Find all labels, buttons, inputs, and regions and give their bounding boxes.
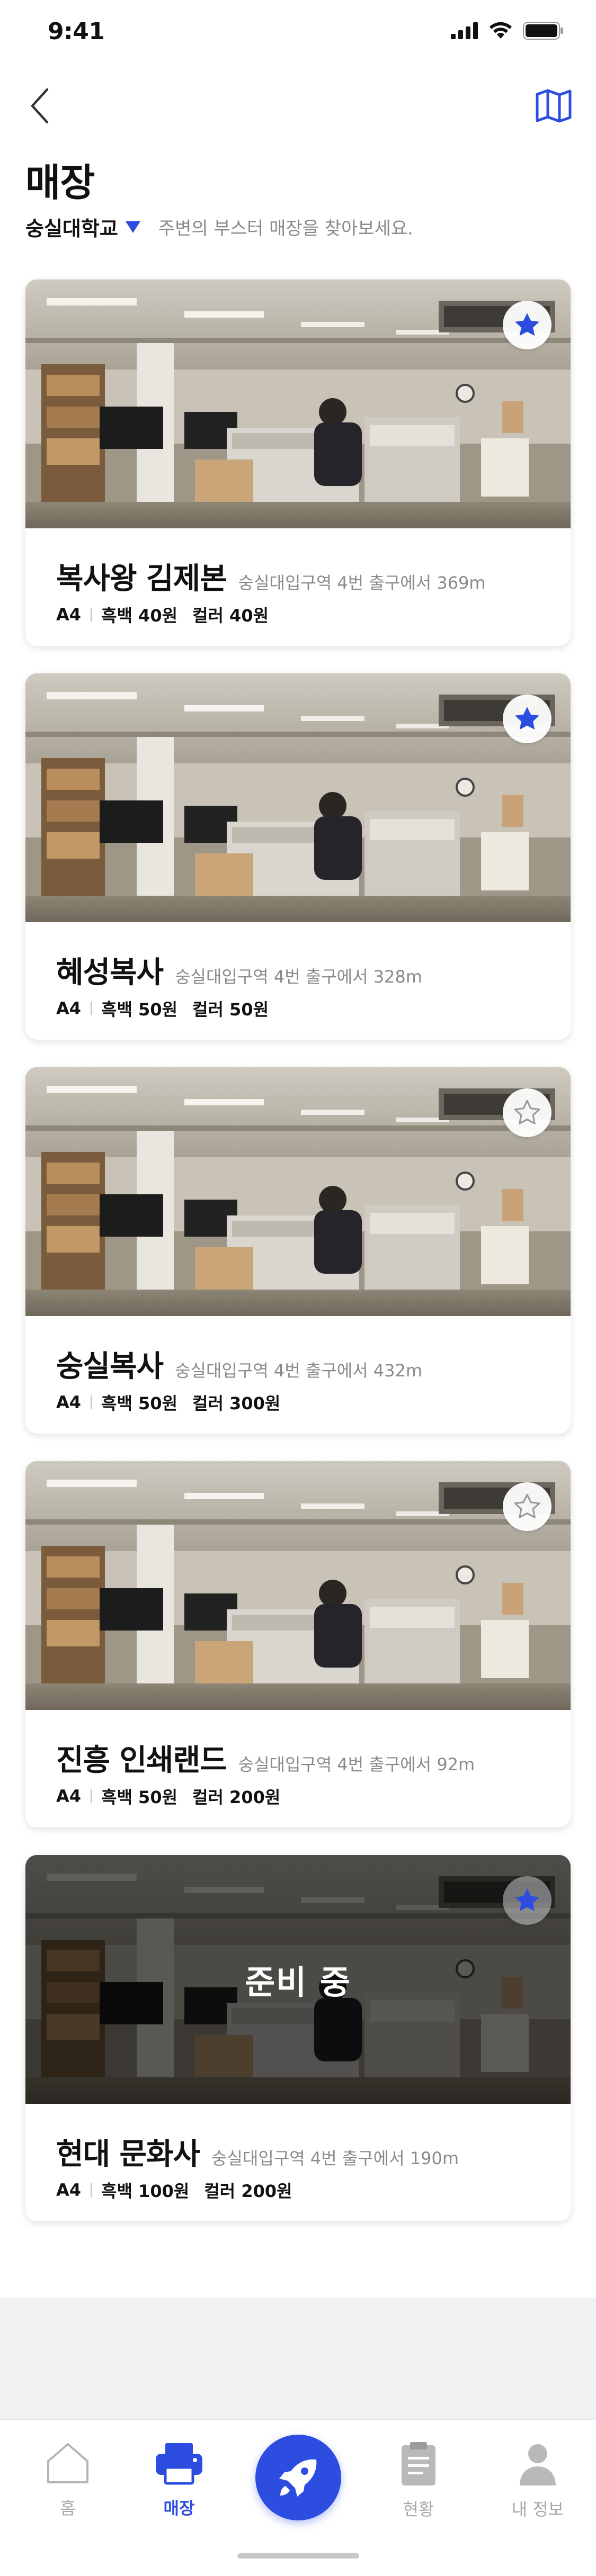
preparing-label: 준비 중 xyxy=(245,1963,351,2002)
store-photo: 준비 중 xyxy=(25,1855,571,2104)
store-info: 복사왕 김제본 숭실대입구역 4번 출구에서 369m A4 흑백 40원 컬러… xyxy=(25,528,571,646)
tab-status-label: 현황 xyxy=(403,2499,434,2519)
favorite-button[interactable] xyxy=(503,301,551,349)
back-arrow-icon xyxy=(31,88,49,124)
store-distance: 숭실대입구역 4번 출구에서 328m xyxy=(175,967,423,987)
store-info: 혜성복사 숭실대입구역 4번 출구에서 328m A4 흑백 50원 컬러 50… xyxy=(25,922,571,1040)
store-info: 진흥 인쇄랜드 숭실대입구역 4번 출구에서 92m A4 흑백 50원 컬러 … xyxy=(25,1710,571,1827)
price-row: A4 흑백 40원 컬러 40원 xyxy=(56,602,269,627)
store-photo xyxy=(25,673,571,922)
status-icons xyxy=(451,21,564,40)
divider xyxy=(91,2183,92,2197)
favorite-button[interactable] xyxy=(503,1482,551,1531)
divider xyxy=(91,1789,92,1803)
tab-profile-label: 내 정보 xyxy=(511,2499,564,2519)
bottom-spacer xyxy=(0,2298,596,2419)
divider xyxy=(91,1395,92,1409)
price-color: 컬러 40원 xyxy=(192,606,269,626)
divider xyxy=(91,1002,92,1015)
caret-down-icon xyxy=(125,221,140,233)
favorite-button[interactable] xyxy=(503,1088,551,1137)
signal-icon xyxy=(451,22,478,39)
battery-icon xyxy=(523,22,563,40)
store-card[interactable]: 진흥 인쇄랜드 숭실대입구역 4번 출구에서 92m A4 흑백 50원 컬러 … xyxy=(25,1461,571,1827)
store-card[interactable]: 혜성복사 숭실대입구역 4번 출구에서 328m A4 흑백 50원 컬러 50… xyxy=(25,673,571,1040)
tab-home[interactable]: 홈 xyxy=(25,2441,110,2519)
paper-size: A4 xyxy=(56,1392,82,1412)
favorite-button[interactable] xyxy=(503,695,551,743)
back-button[interactable] xyxy=(21,85,58,127)
tab-home-label: 홈 xyxy=(60,2498,76,2518)
paper-size: A4 xyxy=(56,998,82,1019)
store-photo xyxy=(25,1067,571,1316)
clipboard-icon xyxy=(402,2442,435,2485)
map-button[interactable] xyxy=(532,85,575,127)
star-outline-icon xyxy=(512,1491,542,1522)
tab-store-label: 매장 xyxy=(163,2498,195,2518)
paper-size: A4 xyxy=(56,2180,82,2200)
store-photo xyxy=(25,1461,571,1710)
store-distance: 숭실대입구역 4번 출구에서 432m xyxy=(175,1361,423,1381)
price-bw: 흑백 100원 xyxy=(101,2181,190,2201)
store-name: 진흥 인쇄랜드 xyxy=(56,1743,227,1778)
store-name: 숭실복사 xyxy=(56,1349,164,1384)
price-bw: 흑백 50원 xyxy=(101,999,178,1020)
printer-icon xyxy=(156,2443,202,2485)
star-outline-icon xyxy=(512,1097,542,1128)
price-color: 컬러 300원 xyxy=(192,1393,281,1413)
tab-store[interactable]: 매장 xyxy=(137,2441,221,2519)
price-bw: 흑백 50원 xyxy=(101,1787,178,1807)
status-time: 9:41 xyxy=(48,18,105,45)
page-title: 매장 xyxy=(25,160,95,205)
store-info: 숭실복사 숭실대입구역 4번 출구에서 432m A4 흑백 50원 컬러 30… xyxy=(25,1316,571,1434)
price-row: A4 흑백 50원 컬러 200원 xyxy=(56,1784,280,1808)
location-selector[interactable]: 숭실대학교 xyxy=(25,212,140,241)
store-name: 복사왕 김제본 xyxy=(56,562,227,596)
store-card[interactable]: 복사왕 김제본 숭실대입구역 4번 출구에서 369m A4 흑백 40원 컬러… xyxy=(25,280,571,646)
price-bw: 흑백 50원 xyxy=(101,1393,178,1413)
store-card[interactable]: 숭실복사 숭실대입구역 4번 출구에서 432m A4 흑백 50원 컬러 30… xyxy=(25,1067,571,1434)
favorite-button[interactable] xyxy=(503,1876,551,1925)
boost-button[interactable] xyxy=(255,2435,341,2520)
store-name: 혜성복사 xyxy=(56,956,164,990)
tab-status[interactable]: 현황 xyxy=(376,2441,461,2520)
store-card[interactable]: 준비 중 현대 문화사 숭실대입구역 4번 출구에서 190m A4 흑백 10… xyxy=(25,1855,571,2221)
store-distance: 숭실대입구역 4번 출구에서 190m xyxy=(211,2148,459,2168)
price-row: A4 흑백 50원 컬러 50원 xyxy=(56,996,269,1021)
price-color: 컬러 200원 xyxy=(192,1787,281,1807)
location-row: 숭실대학교 주변의 부스터 매장을 찾아보세요. xyxy=(25,211,413,242)
price-row: A4 흑백 50원 컬러 300원 xyxy=(56,1390,280,1415)
tab-bar: 홈 매장 현황 내 정보 xyxy=(0,2419,596,2576)
map-icon xyxy=(536,89,572,123)
tab-profile[interactable]: 내 정보 xyxy=(495,2441,580,2520)
status-bar: 9:41 xyxy=(0,0,596,69)
rocket-icon xyxy=(279,2459,317,2497)
home-indicator xyxy=(237,2553,359,2559)
store-info: 현대 문화사 숭실대입구역 4번 출구에서 190m A4 흑백 100원 컬러… xyxy=(25,2104,571,2221)
location-hint: 주변의 부스터 매장을 찾아보세요. xyxy=(158,218,413,239)
home-icon xyxy=(47,2443,88,2483)
nav-bar xyxy=(0,69,596,138)
price-row: A4 흑백 100원 컬러 200원 xyxy=(56,2178,292,2202)
paper-size: A4 xyxy=(56,1786,82,1806)
paper-size: A4 xyxy=(56,605,82,625)
price-bw: 흑백 40원 xyxy=(101,606,178,626)
store-photo xyxy=(25,280,571,528)
store-distance: 숭실대입구역 4번 출구에서 92m xyxy=(238,1754,475,1775)
wifi-icon xyxy=(490,22,512,39)
store-name: 현대 문화사 xyxy=(56,2137,200,2172)
star-filled-icon xyxy=(512,310,542,340)
price-color: 컬러 200원 xyxy=(204,2181,292,2201)
star-filled-icon xyxy=(512,704,542,734)
price-color: 컬러 50원 xyxy=(192,999,269,1020)
person-icon xyxy=(520,2444,556,2485)
divider xyxy=(91,608,92,622)
store-distance: 숭실대입구역 4번 출구에서 369m xyxy=(238,573,486,593)
preparing-overlay: 준비 중 xyxy=(25,1855,571,2104)
star-filled-icon xyxy=(512,1885,542,1916)
location-name: 숭실대학교 xyxy=(25,217,118,240)
